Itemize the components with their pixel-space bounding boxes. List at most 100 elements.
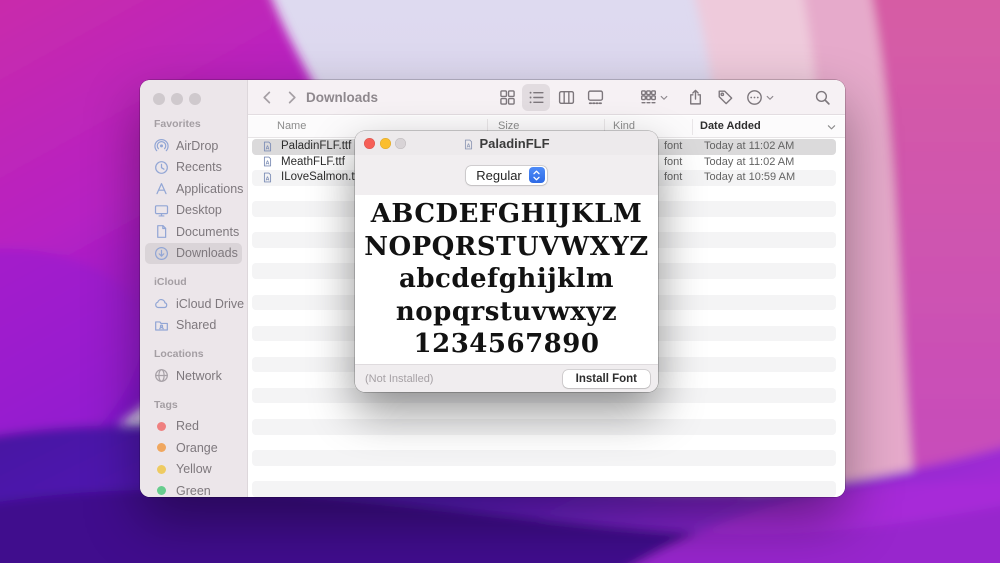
group-button[interactable] — [636, 84, 672, 111]
empty-row — [252, 404, 836, 420]
tag-button[interactable] — [711, 84, 739, 111]
sidebar-item-orange[interactable]: Orange — [145, 437, 242, 459]
file-date-added: Today at 11:02 AM — [704, 140, 795, 152]
minimize-button[interactable] — [379, 137, 391, 149]
font-file-icon: A — [463, 137, 474, 150]
sidebar-item-red[interactable]: Red — [145, 416, 242, 438]
sidebar-section-icloud: iCloud iCloud Drive Shared — [140, 276, 247, 336]
list-view-button[interactable] — [522, 84, 550, 111]
font-preview-line: abcdefghijklm — [398, 264, 615, 294]
gallery-view-icon — [587, 89, 604, 106]
sidebar-item-yellow[interactable]: Yellow — [145, 459, 242, 481]
font-file-icon: A — [262, 156, 273, 169]
file-kind: font — [664, 140, 683, 152]
zoom-button[interactable] — [189, 93, 201, 105]
window-controls — [153, 93, 201, 105]
column-header-date-added[interactable]: Date Added — [700, 120, 761, 132]
gallery-view-button[interactable] — [581, 84, 609, 111]
sidebar-section-locations: Locations Network — [140, 348, 247, 387]
install-status: (Not Installed) — [365, 373, 434, 385]
sidebar-item-label: AirDrop — [176, 138, 219, 153]
sidebar-section-favorites: Favorites AirDrop Recents Applications Deskt… — [140, 118, 247, 264]
sidebar-item-network[interactable]: Network — [145, 365, 242, 387]
sidebar-item-label: Network — [176, 368, 222, 383]
chevron-down-icon — [659, 93, 669, 103]
svg-text:A: A — [467, 143, 471, 149]
close-button[interactable] — [364, 137, 375, 149]
style-selector-bar: Regular — [355, 155, 658, 195]
applications-icon — [154, 181, 169, 196]
sidebar-item-shared[interactable]: Shared — [145, 315, 242, 337]
preview-titlebar: A PaladinFLF — [355, 131, 658, 155]
back-button[interactable] — [256, 84, 278, 111]
chevron-down-icon — [765, 93, 775, 103]
empty-row — [252, 419, 836, 435]
shared-folder-icon — [154, 318, 169, 333]
sort-direction-icon[interactable] — [826, 122, 837, 133]
globe-icon — [154, 368, 169, 383]
tag-dot — [157, 486, 166, 496]
font-file-icon: A — [262, 141, 273, 154]
font-preview-line: NOPQRSTUVWXYZ — [364, 231, 649, 262]
sidebar-item-label: Downloads — [176, 246, 238, 261]
file-name: PaladinFLF.ttf — [281, 140, 352, 152]
sidebar-item-applications[interactable]: Applications — [145, 178, 244, 200]
clock-icon — [154, 160, 169, 175]
empty-row — [252, 450, 836, 466]
zoom-button — [395, 137, 406, 149]
grid-view-icon — [499, 89, 516, 106]
file-date-added: Today at 10:59 AM — [704, 171, 796, 184]
group-icon — [640, 89, 657, 106]
style-popup-value: Regular — [476, 167, 522, 183]
sidebar-section-label: iCloud — [154, 276, 187, 288]
document-icon — [154, 224, 169, 239]
svg-text:A: A — [266, 160, 270, 166]
file-name: ILoveSalmon.ttf — [281, 171, 361, 184]
icon-view-button[interactable] — [493, 84, 521, 111]
sidebar-item-recents[interactable]: Recents — [145, 157, 242, 179]
font-glyph-preview: ABCDEFGHIJKLM NOPQRSTUVWXYZ abcdefghijklm n… — [355, 195, 658, 364]
empty-row — [252, 435, 836, 451]
sidebar-item-label: Green — [176, 483, 211, 497]
font-preview-line: ABCDEFGHIJKLM — [370, 199, 643, 229]
file-date-added: Today at 11:02 AM — [704, 155, 795, 168]
finder-sidebar: Favorites AirDrop Recents Applications Deskt… — [140, 80, 248, 497]
share-button[interactable] — [681, 84, 709, 111]
sidebar-item-label: Applications — [176, 181, 244, 196]
sidebar-section-tags: TagsRedOrangeYellowGreenBlue — [140, 399, 247, 498]
chevron-right-icon — [284, 90, 299, 105]
minimize-button[interactable] — [171, 93, 183, 105]
airdrop-icon — [154, 138, 169, 153]
list-view-icon — [528, 89, 545, 106]
search-button[interactable] — [808, 84, 836, 111]
sidebar-section-label: Locations — [154, 348, 204, 360]
sidebar-item-green[interactable]: Green — [145, 480, 242, 497]
chevron-left-icon — [260, 90, 275, 105]
style-popup[interactable]: Regular — [466, 165, 547, 185]
cloud-icon — [154, 296, 169, 311]
file-kind: font — [664, 155, 683, 168]
sidebar-item-label: Yellow — [176, 462, 212, 477]
ellipsis-icon — [746, 89, 763, 106]
tag-dot — [157, 443, 166, 453]
file-name: MeathFLF.ttf — [281, 155, 345, 168]
empty-row — [252, 466, 836, 482]
sidebar-item-icloud-drive[interactable]: iCloud Drive — [145, 293, 244, 315]
sidebar-item-airdrop[interactable]: AirDrop — [145, 135, 242, 157]
install-font-button[interactable]: Install Font — [562, 370, 650, 388]
close-button[interactable] — [153, 93, 165, 105]
sidebar-item-documents[interactable]: Documents — [145, 221, 242, 243]
font-file-icon: A — [262, 172, 273, 185]
forward-button[interactable] — [280, 84, 302, 111]
sidebar-item-label: Documents — [176, 224, 240, 239]
more-button[interactable] — [742, 84, 778, 111]
column-header-name[interactable]: Name — [277, 120, 306, 132]
column-view-button[interactable] — [552, 84, 580, 111]
tag-dot — [157, 421, 166, 431]
preview-title: PaladinFLF — [479, 135, 550, 151]
sidebar-item-label: Red — [176, 419, 199, 434]
sidebar-section-label: Favorites — [154, 118, 201, 130]
popup-chevrons-icon — [528, 167, 545, 183]
sidebar-item-desktop[interactable]: Desktop — [145, 200, 242, 222]
sidebar-item-downloads[interactable]: Downloads — [145, 242, 242, 264]
